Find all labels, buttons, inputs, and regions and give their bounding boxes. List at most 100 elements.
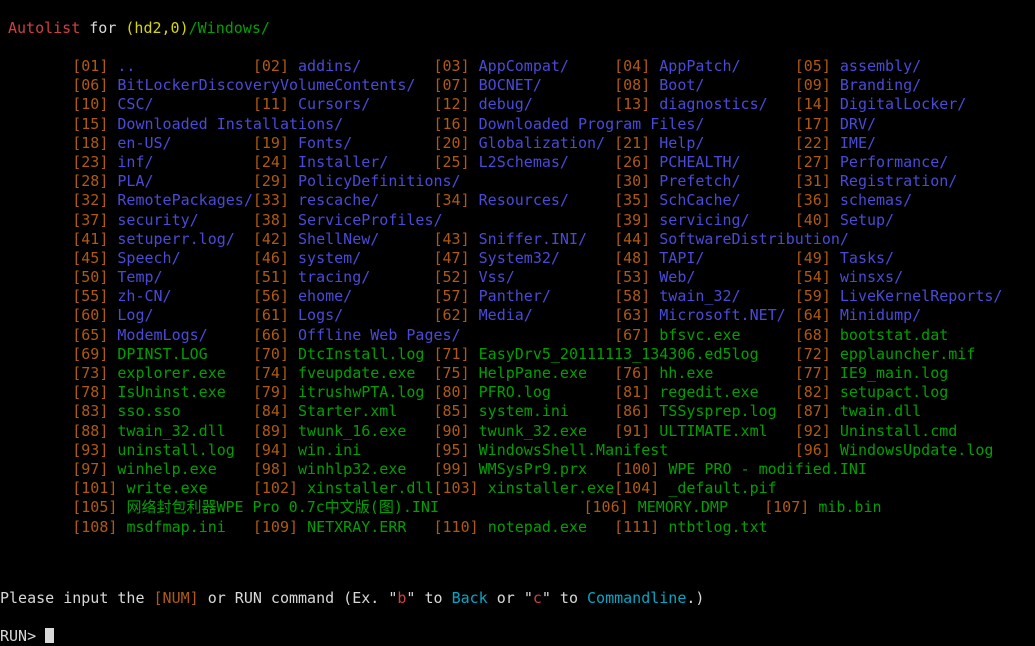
- entry-directory-name[interactable]: CSC/: [117, 95, 153, 113]
- entry-directory-name[interactable]: Cursors/: [298, 95, 370, 113]
- entry-directory-name[interactable]: System32/: [479, 249, 560, 267]
- entry-directory-name[interactable]: PLA/: [117, 172, 153, 190]
- entry-directory-name[interactable]: SchCache/: [659, 191, 740, 209]
- entry-file-name[interactable]: xinstaller.dll: [307, 479, 433, 497]
- entry-file-name[interactable]: regedit.exe: [659, 383, 758, 401]
- entry-directory-name[interactable]: ServiceProfiles/: [298, 211, 443, 229]
- entry-directory-name[interactable]: Registration/: [840, 172, 957, 190]
- entry-file-name[interactable]: IE9_main.log: [840, 364, 948, 382]
- entry-directory-name[interactable]: Globalization/: [479, 134, 605, 152]
- entry-file-name[interactable]: setupact.log: [840, 383, 948, 401]
- run-command-line[interactable]: RUN>: [0, 627, 54, 646]
- entry-directory-name[interactable]: PolicyDefinitions/: [298, 172, 461, 190]
- entry-file-name[interactable]: Starter.xml: [298, 402, 397, 420]
- entry-file-name[interactable]: DPINST.LOG: [117, 345, 207, 363]
- entry-directory-name[interactable]: Speech/: [117, 249, 180, 267]
- entry-directory-name[interactable]: ShellNew/: [298, 230, 379, 248]
- entry-directory-name[interactable]: BOCNET/: [479, 76, 542, 94]
- entry-directory-name[interactable]: schemas/: [840, 191, 912, 209]
- entry-file-name[interactable]: NETXRAY.ERR: [307, 518, 406, 536]
- entry-directory-name[interactable]: Logs/: [298, 306, 343, 324]
- entry-file-name[interactable]: ULTIMATE.xml: [659, 422, 767, 440]
- entry-directory-name[interactable]: DigitalLocker/: [840, 95, 966, 113]
- entry-directory-name[interactable]: Vss/: [479, 268, 515, 286]
- directory-listing[interactable]: [01] .. [02] addins/ [03] AppCompat/ [04…: [0, 57, 1002, 537]
- entry-file-name[interactable]: itrushwPTA.log: [298, 383, 424, 401]
- entry-file-name[interactable]: uninstall.log: [117, 441, 234, 459]
- entry-file-name[interactable]: PFRO.log: [479, 383, 551, 401]
- entry-file-name[interactable]: 网络封包利器WPE Pro 0.7c中文版(图).INI: [126, 498, 439, 516]
- entry-directory-name[interactable]: Sniffer.INI/: [479, 230, 587, 248]
- entry-file-name[interactable]: fveupdate.exe: [298, 364, 415, 382]
- entry-directory-name[interactable]: inf/: [117, 153, 153, 171]
- entry-directory-name[interactable]: Downloaded Program Files/: [479, 115, 705, 133]
- entry-directory-name[interactable]: Temp/: [117, 268, 162, 286]
- entry-file-name[interactable]: WindowsUpdate.log: [840, 441, 994, 459]
- entry-directory-name[interactable]: ModemLogs/: [117, 326, 207, 344]
- entry-directory-name[interactable]: rescache/: [298, 191, 379, 209]
- entry-directory-name[interactable]: ..: [117, 57, 135, 75]
- entry-directory-name[interactable]: Downloaded Installations/: [117, 115, 343, 133]
- entry-file-name[interactable]: explorer.exe: [117, 364, 225, 382]
- entry-directory-name[interactable]: DRV/: [840, 115, 876, 133]
- entry-directory-name[interactable]: Media/: [479, 306, 533, 324]
- entry-file-name[interactable]: bootstat.dat: [840, 326, 948, 344]
- entry-directory-name[interactable]: Offline Web Pages/: [298, 326, 461, 344]
- entry-directory-name[interactable]: Web/: [659, 268, 695, 286]
- entry-directory-name[interactable]: RemotePackages/: [117, 191, 252, 209]
- entry-file-name[interactable]: WPE PRO - modified.INI: [668, 460, 867, 478]
- entry-directory-name[interactable]: Prefetch/: [659, 172, 740, 190]
- entry-directory-name[interactable]: TAPI/: [659, 249, 704, 267]
- entry-file-name[interactable]: IsUninst.exe: [117, 383, 225, 401]
- entry-directory-name[interactable]: zh-CN/: [117, 287, 171, 305]
- entry-file-name[interactable]: winhlp32.exe: [298, 460, 406, 478]
- entry-file-name[interactable]: msdfmap.ini: [126, 518, 225, 536]
- entry-file-name[interactable]: TSSysprep.log: [659, 402, 776, 420]
- entry-directory-name[interactable]: en-US/: [117, 134, 171, 152]
- entry-directory-name[interactable]: twain_32/: [659, 287, 740, 305]
- entry-file-name[interactable]: system.ini: [479, 402, 569, 420]
- entry-file-name[interactable]: epplauncher.mif: [840, 345, 975, 363]
- entry-directory-name[interactable]: Installer/: [298, 153, 388, 171]
- entry-directory-name[interactable]: winsxs/: [840, 268, 903, 286]
- entry-directory-name[interactable]: SoftwareDistribution/: [659, 230, 849, 248]
- entry-file-name[interactable]: notepad.exe: [488, 518, 587, 536]
- entry-file-name[interactable]: ntbtlog.txt: [668, 518, 767, 536]
- entry-directory-name[interactable]: servicing/: [659, 211, 749, 229]
- entry-directory-name[interactable]: AppPatch/: [659, 57, 740, 75]
- entry-directory-name[interactable]: Branding/: [840, 76, 921, 94]
- entry-directory-name[interactable]: BitLockerDiscoveryVolumeContents/: [117, 76, 415, 94]
- entry-directory-name[interactable]: security/: [117, 211, 198, 229]
- entry-file-name[interactable]: DtcInstall.log: [298, 345, 424, 363]
- entry-file-name[interactable]: EasyDrv5_20111113_134306.ed5log: [479, 345, 759, 363]
- entry-directory-name[interactable]: Resources/: [479, 191, 569, 209]
- entry-directory-name[interactable]: LiveKernelReports/: [840, 287, 1003, 305]
- entry-file-name[interactable]: MEMORY.DMP: [638, 498, 728, 516]
- entry-directory-name[interactable]: Setup/: [840, 211, 894, 229]
- entry-file-name[interactable]: xinstaller.exe: [488, 479, 614, 497]
- entry-file-name[interactable]: bfsvc.exe: [659, 326, 740, 344]
- entry-directory-name[interactable]: AppCompat/: [479, 57, 569, 75]
- entry-file-name[interactable]: _default.pif: [668, 479, 776, 497]
- entry-directory-name[interactable]: ehome/: [298, 287, 352, 305]
- entry-file-name[interactable]: win.ini: [298, 441, 361, 459]
- entry-directory-name[interactable]: Fonts/: [298, 134, 352, 152]
- entry-directory-name[interactable]: Tasks/: [840, 249, 894, 267]
- entry-directory-name[interactable]: diagnostics/: [659, 95, 767, 113]
- entry-file-name[interactable]: HelpPane.exe: [479, 364, 587, 382]
- entry-directory-name[interactable]: system/: [298, 249, 361, 267]
- entry-directory-name[interactable]: tracing/: [298, 268, 370, 286]
- entry-directory-name[interactable]: addins/: [298, 57, 361, 75]
- entry-directory-name[interactable]: Performance/: [840, 153, 948, 171]
- entry-file-name[interactable]: hh.exe: [659, 364, 713, 382]
- entry-directory-name[interactable]: Panther/: [479, 287, 551, 305]
- entry-file-name[interactable]: winhelp.exe: [117, 460, 216, 478]
- entry-directory-name[interactable]: setuperr.log/: [117, 230, 234, 248]
- entry-file-name[interactable]: Uninstall.cmd: [840, 422, 957, 440]
- entry-file-name[interactable]: WindowsShell.Manifest: [479, 441, 669, 459]
- entry-file-name[interactable]: twain_32.dll: [117, 422, 225, 440]
- entry-file-name[interactable]: twunk_32.exe: [479, 422, 587, 440]
- entry-directory-name[interactable]: L2Schemas/: [479, 153, 569, 171]
- entry-directory-name[interactable]: Log/: [117, 306, 153, 324]
- entry-directory-name[interactable]: assembly/: [840, 57, 921, 75]
